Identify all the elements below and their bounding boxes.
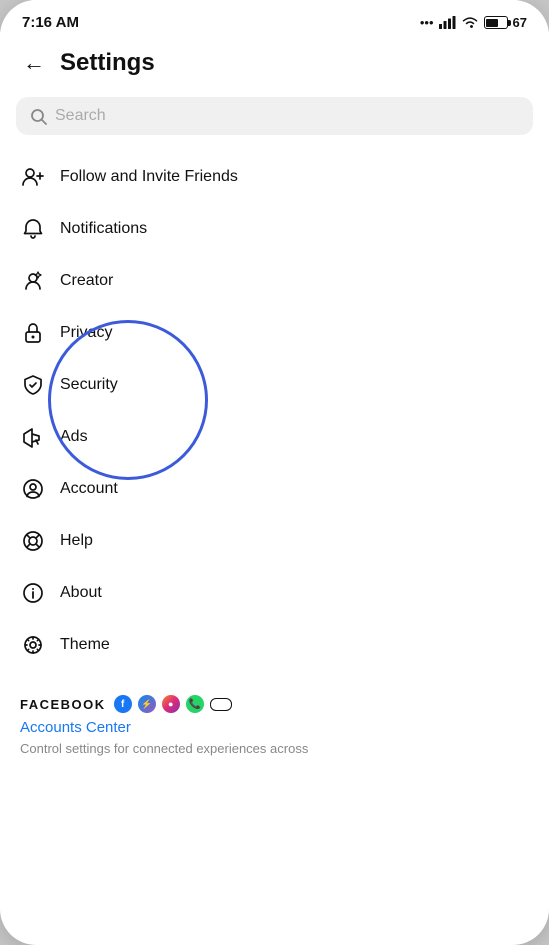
menu-item-help[interactable]: Help [0, 515, 549, 567]
facebook-brand-label: FACEBOOK [20, 697, 106, 712]
menu-item-about[interactable]: About [0, 567, 549, 619]
menu-label-about: About [60, 584, 102, 602]
menu-item-follow-invite[interactable]: Follow and Invite Friends [0, 151, 549, 203]
settings-menu: Follow and Invite Friends Notifications [0, 145, 549, 677]
whatsapp-icon: 📞 [186, 695, 204, 713]
status-icons: ••• 67 [420, 15, 527, 30]
status-bar: 7:16 AM ••• 67 [0, 0, 549, 37]
status-time: 7:16 AM [22, 14, 79, 31]
account-icon [20, 476, 46, 502]
ads-icon [20, 424, 46, 450]
menu-label-follow-invite: Follow and Invite Friends [60, 168, 238, 186]
menu-item-privacy[interactable]: Privacy [0, 307, 549, 359]
facebook-brand: FACEBOOK f ⚡ ● 📞 [20, 695, 529, 713]
help-icon [20, 528, 46, 554]
bell-icon [20, 216, 46, 242]
battery-icon [484, 16, 508, 29]
search-placeholder: Search [55, 107, 106, 125]
back-arrow-icon: ← [23, 50, 45, 76]
menu-item-creator[interactable]: Creator [0, 255, 549, 307]
facebook-social-icons: f ⚡ ● 📞 [114, 695, 232, 713]
page-title: Settings [60, 49, 155, 77]
search-bar[interactable]: Search [16, 97, 533, 135]
accounts-center-desc: Control settings for connected experienc… [20, 740, 529, 758]
accounts-center-link[interactable]: Accounts Center [20, 719, 529, 736]
signal-icon [439, 16, 456, 29]
instagram-icon: ● [162, 695, 180, 713]
page-header: ← Settings [0, 37, 549, 93]
menu-item-ads[interactable]: Ads [0, 411, 549, 463]
follow-icon [20, 164, 46, 190]
facebook-section: FACEBOOK f ⚡ ● 📞 Accounts Center Control… [0, 677, 549, 766]
menu-label-security: Security [60, 376, 118, 394]
menu-label-notifications: Notifications [60, 220, 147, 238]
menu-label-creator: Creator [60, 272, 113, 290]
more-icon: ••• [420, 15, 434, 30]
messenger-icon: ⚡ [138, 695, 156, 713]
creator-icon [20, 268, 46, 294]
menu-label-theme: Theme [60, 636, 110, 654]
menu-label-help: Help [60, 532, 93, 550]
menu-label-privacy: Privacy [60, 324, 112, 342]
menu-label-ads: Ads [60, 428, 88, 446]
facebook-icon: f [114, 695, 132, 713]
phone-frame: 7:16 AM ••• 67 [0, 0, 549, 945]
back-button[interactable]: ← [16, 45, 52, 81]
lock-icon [20, 320, 46, 346]
battery-percent: 67 [513, 15, 527, 30]
info-icon [20, 580, 46, 606]
shield-icon [20, 372, 46, 398]
menu-item-theme[interactable]: Theme [0, 619, 549, 671]
menu-label-account: Account [60, 480, 118, 498]
search-icon [30, 108, 47, 125]
menu-item-notifications[interactable]: Notifications [0, 203, 549, 255]
menu-item-account[interactable]: Account [0, 463, 549, 515]
menu-item-security[interactable]: Security [0, 359, 549, 411]
wifi-icon [461, 16, 479, 29]
theme-icon [20, 632, 46, 658]
meta-icon [210, 698, 232, 711]
